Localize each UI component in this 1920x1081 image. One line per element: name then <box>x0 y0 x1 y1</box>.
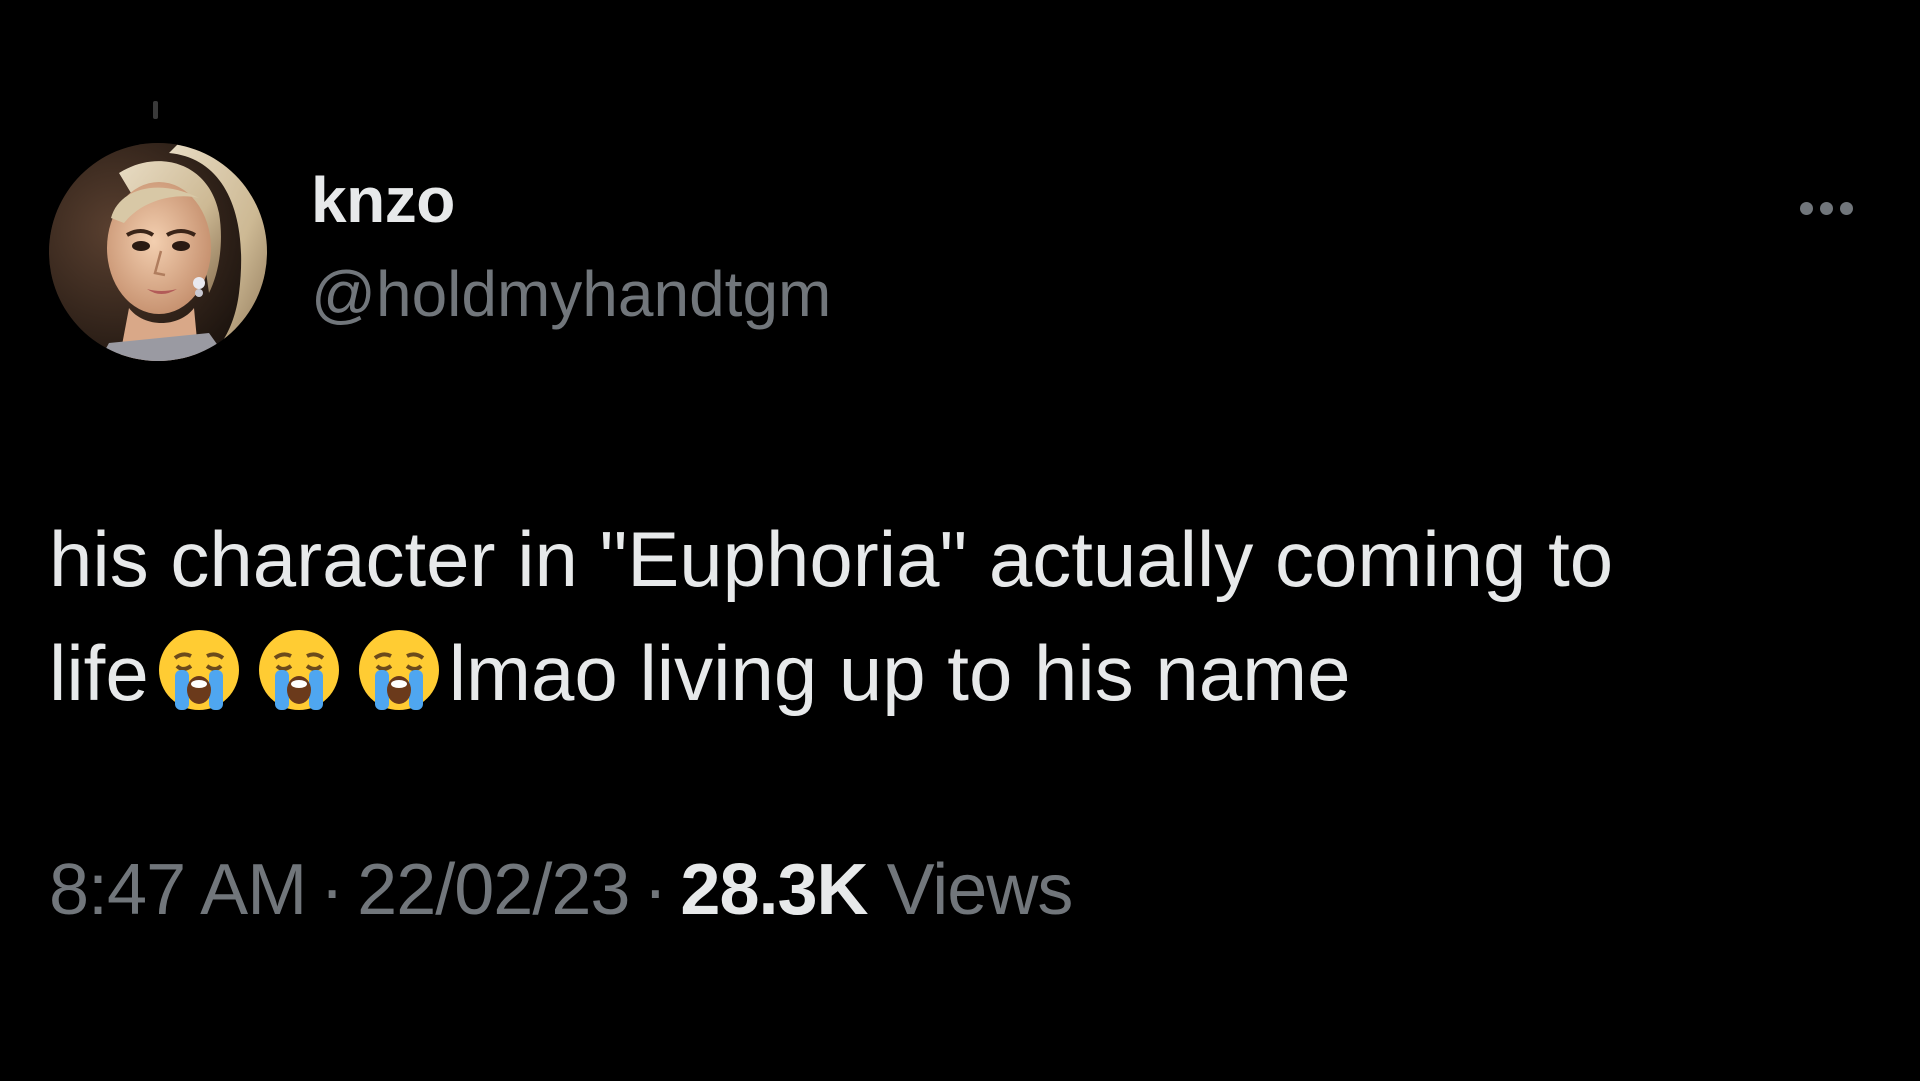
more-horizontal-icon-dot <box>1819 201 1833 215</box>
tweet-time[interactable]: 8:47 AM <box>49 850 307 930</box>
tweet: knzo @holdmyhandtgm his character in "Eu… <box>0 0 1920 1081</box>
more-horizontal-icon <box>1799 201 1813 215</box>
loudly-crying-face-icon <box>358 630 439 710</box>
avatar[interactable] <box>49 143 267 361</box>
more-options-button[interactable] <box>1786 190 1866 226</box>
user-handle[interactable]: @holdmyhandtgm <box>311 262 831 326</box>
tweet-meta: 8:47 AM · 22/02/23 · 28.3K Views <box>49 854 1073 926</box>
meta-separator: · <box>643 850 667 930</box>
profile-photo-icon <box>49 143 267 361</box>
tweet-date[interactable]: 22/02/23 <box>357 850 630 930</box>
tweet-text-line-2: life lmao living up to his name <box>49 616 1829 730</box>
more-horizontal-icon-dot <box>1839 201 1853 215</box>
views-count[interactable]: 28.3K <box>680 850 868 930</box>
meta-separator: · <box>320 850 344 930</box>
tweet-text: his character in "Euphoria" actually com… <box>49 502 1829 730</box>
tweet-text-word: life <box>49 629 149 717</box>
tweet-text-word: lmao living up to his name <box>448 629 1351 717</box>
loudly-crying-face-icon <box>258 630 339 710</box>
display-name[interactable]: knzo <box>311 168 455 232</box>
loudly-crying-face-icon <box>158 630 239 710</box>
thread-line <box>153 101 158 119</box>
tweet-text-line-1: his character in "Euphoria" actually com… <box>49 515 1614 603</box>
views-label: Views <box>886 850 1074 930</box>
